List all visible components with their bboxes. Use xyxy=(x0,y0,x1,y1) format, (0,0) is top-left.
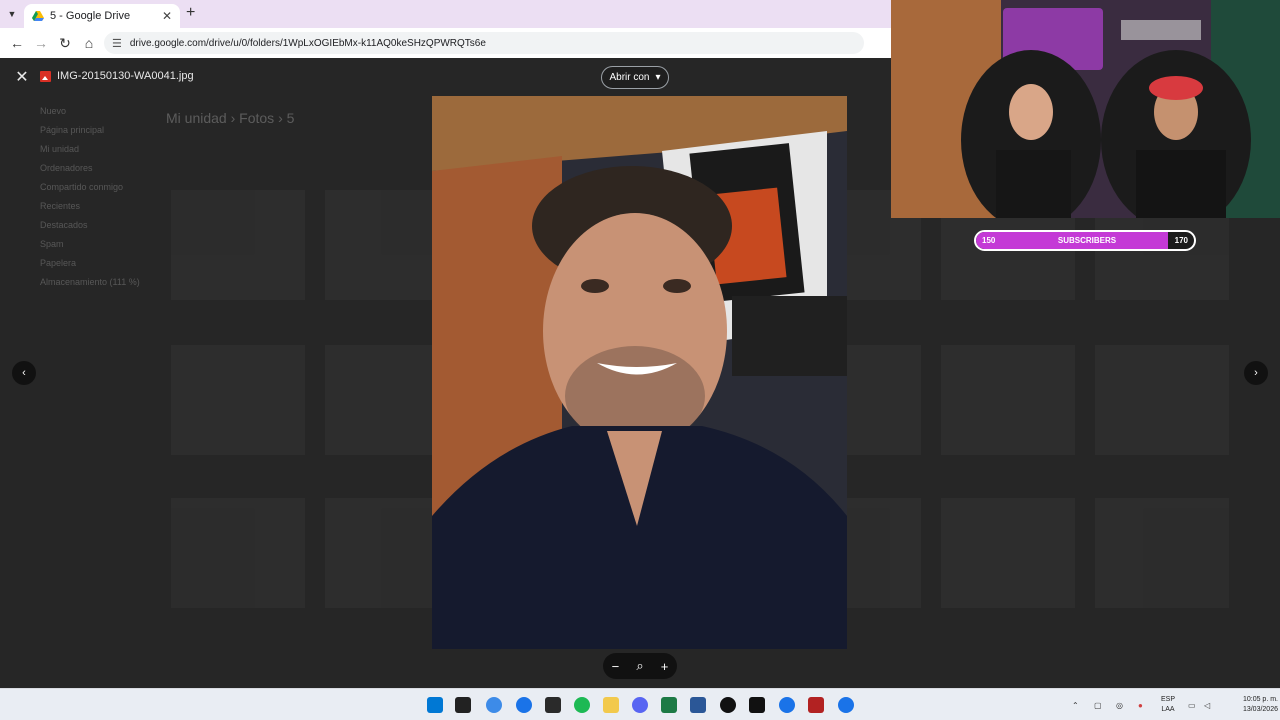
image-preview xyxy=(432,96,847,649)
close-tab-icon[interactable]: ✕ xyxy=(162,9,172,23)
sidebar-item: Destacados xyxy=(40,220,88,230)
file-explorer-icon[interactable] xyxy=(603,697,619,713)
zoom-controls: − ⌕ + xyxy=(603,653,677,679)
network-icon[interactable]: ▭ xyxy=(1188,689,1196,720)
back-icon[interactable]: ← xyxy=(6,32,28,54)
sidebar-item: Spam xyxy=(40,239,64,249)
address-bar[interactable]: ☰ drive.google.com/drive/u/0/folders/1Wp… xyxy=(104,32,864,54)
image-file-icon xyxy=(40,71,51,82)
breadcrumb: Mi unidad › Fotos › 5 xyxy=(166,110,294,126)
file-tile-thumbnail xyxy=(1095,345,1229,455)
start-icon[interactable] xyxy=(427,697,443,713)
spotify-icon[interactable] xyxy=(574,697,590,713)
zoom-in-button[interactable]: + xyxy=(661,659,669,674)
sidebar-item: Nuevo xyxy=(40,106,67,116)
site-info-icon[interactable]: ☰ xyxy=(112,37,122,50)
chrome-icon[interactable] xyxy=(516,697,532,713)
tray-sync-icon[interactable]: ◎ xyxy=(1116,689,1123,720)
sidebar-item: Mi unidad xyxy=(40,144,80,154)
home-icon[interactable]: ⌂ xyxy=(78,32,100,54)
file-tile-thumbnail xyxy=(171,498,305,608)
url-text: drive.google.com/drive/u/0/folders/1WpLx… xyxy=(129,37,486,49)
file-tile-thumbnail xyxy=(941,498,1075,608)
file-tile-thumbnail xyxy=(941,345,1075,455)
zoom-out-button[interactable]: − xyxy=(612,659,620,674)
open-with-label: Abrir con xyxy=(609,72,650,83)
windows-taskbar: ⌃ ▢ ◎ ● ESP LAA ▭ ◁ 10:05 p. m. 13/03/20… xyxy=(0,688,1280,720)
subscriber-goal-bar: 150 SUBSCRIBERS 170 xyxy=(974,230,1196,251)
breadcrumb-item: Fotos xyxy=(239,110,275,126)
sidebar-item: Recientes xyxy=(40,201,81,211)
file-tile-label xyxy=(171,460,305,472)
file-tile-label xyxy=(1095,305,1229,317)
file-tile-thumbnail xyxy=(1095,498,1229,608)
close-viewer-button[interactable]: ✕ xyxy=(12,67,32,87)
clock-date: 13/03/2026 xyxy=(1242,706,1278,713)
sidebar-item: Papelera xyxy=(40,258,77,268)
file-tile-label xyxy=(941,460,1075,472)
language-code: ESP xyxy=(1160,696,1175,703)
drive-sidebar: Nuevo Página principal Mi unidad Ordenad… xyxy=(20,106,150,296)
show-hidden-icons-icon[interactable]: ⌃ xyxy=(1072,689,1079,720)
chevron-right-icon: › xyxy=(230,110,240,126)
previous-file-button[interactable]: ‹ xyxy=(12,361,36,385)
webcam-illustration xyxy=(891,0,1280,218)
file-name: IMG-20150130-WA0041.jpg xyxy=(57,70,194,82)
file-tile-label xyxy=(941,305,1075,317)
app-icon[interactable] xyxy=(808,697,824,713)
file-tile-label xyxy=(171,305,305,317)
discord-icon[interactable] xyxy=(632,697,648,713)
excel-icon[interactable] xyxy=(661,697,677,713)
input-language[interactable]: ESP LAA xyxy=(1157,695,1179,715)
file-tile-thumbnail xyxy=(171,345,305,455)
language-layout: LAA xyxy=(1161,706,1175,713)
capcut-icon[interactable] xyxy=(749,697,765,713)
zoom-search-icon[interactable]: ⌕ xyxy=(636,658,643,674)
word-icon[interactable] xyxy=(690,697,706,713)
clock[interactable]: 10:05 p. m. 13/03/2026 xyxy=(1222,695,1278,715)
sidebar-item: Ordenadores xyxy=(40,163,93,173)
chrome-alt-icon[interactable] xyxy=(838,697,854,713)
file-tile-thumbnail xyxy=(171,190,305,300)
clock-time: 10:05 p. m. xyxy=(1242,696,1278,703)
reload-icon[interactable]: ↻ xyxy=(54,32,76,54)
tab-google-drive[interactable]: 5 - Google Drive ✕ xyxy=(24,4,180,28)
chevron-right-icon: › xyxy=(278,110,287,126)
drive-icon xyxy=(32,11,44,21)
file-tile-label xyxy=(171,150,305,162)
subscriber-goal-count: 170 xyxy=(1174,236,1188,245)
forward-icon[interactable]: → xyxy=(30,32,52,54)
copilot-icon[interactable] xyxy=(486,697,502,713)
photo-illustration xyxy=(432,96,847,649)
open-with-button[interactable]: Abrir con ▾ xyxy=(601,66,669,89)
tab-title: 5 - Google Drive xyxy=(50,10,131,22)
obs-icon[interactable] xyxy=(720,697,736,713)
microphone-icon[interactable]: ● xyxy=(1138,689,1143,720)
webcam-overlay xyxy=(891,0,1280,218)
epic-games-icon[interactable] xyxy=(545,697,561,713)
task-view-icon[interactable] xyxy=(455,697,471,713)
volume-icon[interactable]: ◁ xyxy=(1204,689,1210,720)
breadcrumb-item: Mi unidad xyxy=(166,110,227,126)
chrome-profile-icon[interactable] xyxy=(779,697,795,713)
tray-app-icon[interactable]: ▢ xyxy=(1094,689,1102,720)
file-tile-label xyxy=(1095,460,1229,472)
chevron-down-icon: ▾ xyxy=(655,72,661,83)
sidebar-item: Compartido conmigo xyxy=(40,182,124,192)
next-file-button[interactable]: › xyxy=(1244,361,1268,385)
sidebar-item: Almacenamiento (111 %) xyxy=(40,277,140,287)
breadcrumb-item: 5 xyxy=(286,110,295,126)
new-tab-icon[interactable]: + xyxy=(186,4,195,22)
sidebar-item: Página principal xyxy=(40,125,105,135)
subscriber-label: SUBSCRIBERS xyxy=(1057,236,1117,245)
tab-search-icon[interactable]: ▼ xyxy=(4,6,20,22)
